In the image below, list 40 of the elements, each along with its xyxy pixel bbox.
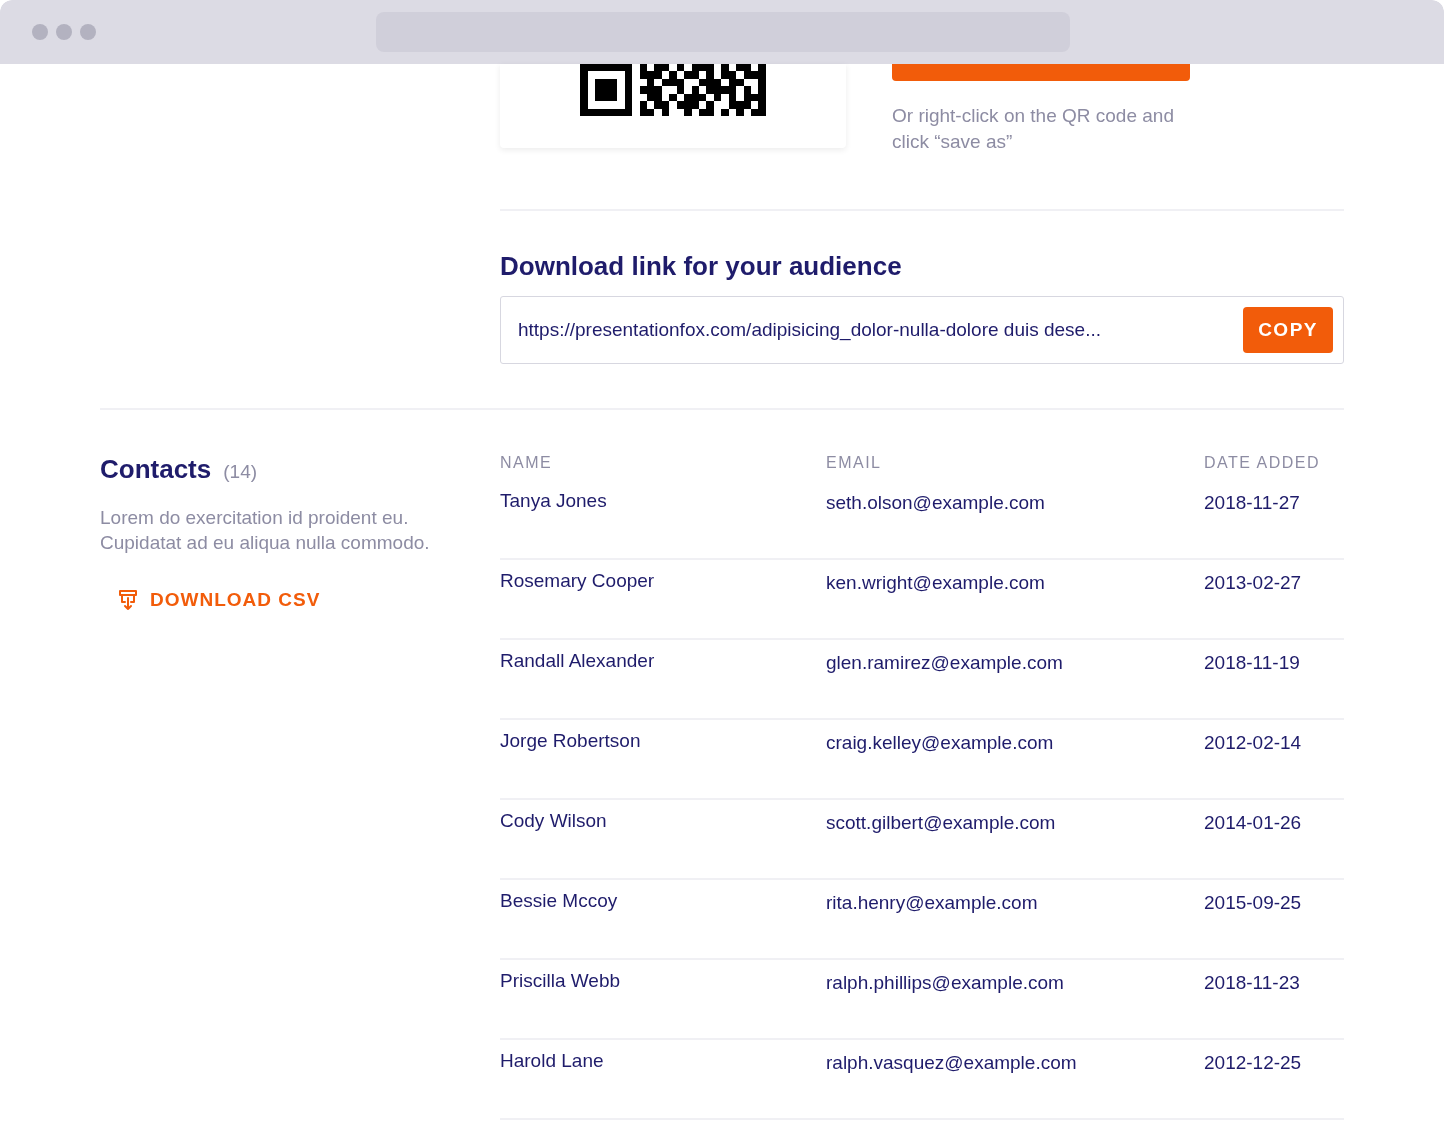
date-cell-text: 2018-11-19 — [1204, 651, 1301, 674]
email-cell-text: glen.ramirez@example.com — [826, 651, 1064, 674]
column-header: NAME — [500, 453, 554, 473]
email-cell-text: craig.kelley@example.com — [826, 731, 1055, 754]
name-cell-text: Jorge Robertson — [500, 729, 642, 752]
copy-button[interactable]: COPY — [1243, 307, 1333, 353]
date-cell-text: 2018-11-27 — [1204, 491, 1301, 514]
contacts-title: Contacts — [100, 454, 212, 485]
window-dot-icon — [56, 24, 72, 40]
date-cell-text: 2013-02-27 — [1204, 571, 1303, 594]
contacts-count: (14) — [223, 461, 258, 483]
link-field[interactable]: https://presentationfox.com/adipisicing_dolor-nulla-dolore duis dese... COPY — [500, 296, 1344, 364]
date-cell-text: 2014-01-26 — [1204, 811, 1303, 834]
name-cell-text: Tanya Jones — [500, 489, 608, 512]
date-cell-text: 2015-09-25 — [1204, 891, 1303, 914]
email-cell-text: scott.gilbert@example.com — [826, 811, 1057, 834]
contacts-description: Lorem do exercitation id proident eu. Cupidatat ad eu aliqua nulla commodo. — [100, 506, 431, 555]
name-cell-text: Harold Lane — [500, 1049, 605, 1072]
download-csv-link[interactable]: DOWNLOAD CSV — [118, 589, 321, 611]
email-cell-text: ralph.phillips@example.com — [826, 971, 1065, 994]
link-url-text: https://presentationfox.com/adipisicing_dolor-nulla-dolore duis dese... — [518, 319, 1101, 341]
name-cell-text: Rosemary Cooper — [500, 569, 656, 592]
column-header: DATE ADDED — [1204, 453, 1322, 473]
date-cell-text: 2012-12-25 — [1204, 1051, 1303, 1074]
window-dot-icon — [80, 24, 96, 40]
name-cell-text: Bessie Mccoy — [500, 889, 619, 912]
name-cell-text: Randall Alexander — [500, 649, 656, 672]
email-cell-text: rita.henry@example.com — [826, 891, 1039, 914]
email-cell-text: ralph.vasquez@example.com — [826, 1051, 1078, 1074]
window-dot-icon — [32, 24, 48, 40]
name-cell-text: Priscilla Webb — [500, 969, 622, 992]
save-hint-text: Or right-click on the QR code and click “save as” — [892, 104, 1175, 154]
date-cell-text: 2012-02-14 — [1204, 731, 1303, 754]
email-cell-text: seth.olson@example.com — [826, 491, 1046, 514]
column-header: EMAIL — [826, 453, 883, 473]
date-cell-text: 2018-11-23 — [1204, 971, 1301, 994]
section-title: Download link for your audience — [500, 251, 903, 282]
name-cell-text: Cody Wilson — [500, 809, 608, 832]
email-cell-text: ken.wright@example.com — [826, 571, 1046, 594]
download-icon — [118, 589, 138, 611]
